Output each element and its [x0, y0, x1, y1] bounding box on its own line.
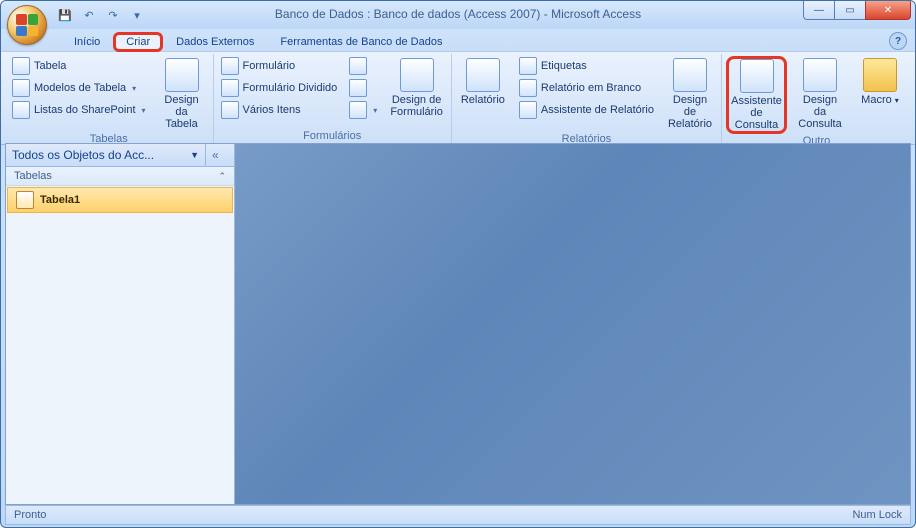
- status-bar: Pronto Num Lock: [5, 505, 911, 525]
- cmd-tabela-label: Tabela: [34, 60, 66, 72]
- labels-icon: [519, 57, 537, 75]
- maximize-button[interactable]: ▭: [834, 1, 866, 20]
- group-tabelas: Tabela Modelos de Tabela Listas do Share…: [5, 54, 214, 144]
- tab-criar[interactable]: Criar: [113, 32, 163, 52]
- cmd-modelos-tabela[interactable]: Modelos de Tabela: [9, 78, 149, 98]
- cmd-form-dividido[interactable]: Formulário Dividido: [218, 78, 341, 98]
- nav-item-tabela1[interactable]: Tabela1: [7, 187, 233, 213]
- cmd-more-forms[interactable]: [346, 100, 380, 120]
- cmd-relatorio[interactable]: Relatório: [456, 56, 510, 108]
- status-right: Num Lock: [852, 509, 902, 521]
- document-area: [235, 144, 910, 504]
- cmd-relatorio-branco[interactable]: Relatório em Branco: [516, 78, 657, 98]
- nav-group-label: Tabelas: [14, 170, 52, 182]
- form-design-icon: [400, 58, 434, 92]
- tab-dados-externos[interactable]: Dados Externos: [163, 32, 267, 51]
- cmd-assistente-consulta-label: Assistente de Consulta: [731, 95, 782, 131]
- ribbon: Tabela Modelos de Tabela Listas do Share…: [1, 51, 915, 145]
- blank-report-icon: [519, 79, 537, 97]
- cmd-blank-form[interactable]: [346, 78, 380, 98]
- collapse-up-icon: ⌃: [218, 171, 226, 182]
- redo-icon[interactable]: ↷: [103, 5, 123, 25]
- minimize-button[interactable]: —: [803, 1, 835, 20]
- cmd-tabela[interactable]: Tabela: [9, 56, 149, 76]
- cmd-assistente-consulta[interactable]: Assistente de Consulta: [726, 56, 787, 134]
- group-outro: Assistente de Consulta Design da Consult…: [722, 54, 911, 144]
- report-wizard-icon: [519, 101, 537, 119]
- pivot-chart-icon: [349, 57, 367, 75]
- cmd-dividido-label: Formulário Dividido: [243, 82, 338, 94]
- query-wizard-icon: [740, 59, 774, 93]
- cmd-assistente-rel-label: Assistente de Relatório: [541, 104, 654, 116]
- more-forms-icon: [349, 101, 367, 119]
- sharepoint-icon: [12, 101, 30, 119]
- app-window: 💾 ↶ ↷ ▾ Banco de Dados : Banco de dados …: [0, 0, 916, 528]
- office-button[interactable]: [7, 5, 47, 45]
- cmd-design-consulta[interactable]: Design da Consulta: [793, 56, 847, 132]
- cmd-sharepoint-label: Listas do SharePoint: [34, 104, 136, 116]
- split-form-icon: [221, 79, 239, 97]
- query-design-icon: [803, 58, 837, 92]
- form-icon: [221, 57, 239, 75]
- group-relatorios: Relatório Etiquetas Relatório em Branco …: [452, 54, 722, 144]
- blank-form-icon: [349, 79, 367, 97]
- cmd-etiquetas[interactable]: Etiquetas: [516, 56, 657, 76]
- cmd-varios-label: Vários Itens: [243, 104, 301, 116]
- chevron-down-icon: ▼: [190, 150, 199, 160]
- tab-ferramentas[interactable]: Ferramentas de Banco de Dados: [267, 32, 455, 51]
- report-icon: [466, 58, 500, 92]
- cmd-pivot-chart[interactable]: [346, 56, 380, 76]
- tab-inicio[interactable]: Início: [61, 32, 113, 51]
- group-formularios-label: Formulários: [218, 129, 447, 144]
- cmd-macro-label: Macro ▾: [861, 94, 899, 107]
- multi-items-icon: [221, 101, 239, 119]
- undo-icon[interactable]: ↶: [79, 5, 99, 25]
- quick-access-toolbar: 💾 ↶ ↷ ▾: [55, 1, 147, 29]
- cmd-design-consulta-label: Design da Consulta: [797, 94, 843, 130]
- cmd-modelos-label: Modelos de Tabela: [34, 82, 126, 94]
- cmd-design-formulario-label: Design de Formulário: [390, 94, 443, 118]
- navigation-pane: Todos os Objetos do Acc... ▼ « Tabelas ⌃…: [6, 144, 235, 504]
- cmd-design-formulario[interactable]: Design de Formulário: [386, 56, 447, 120]
- table-object-icon: [16, 191, 34, 209]
- help-icon[interactable]: ?: [889, 32, 907, 50]
- cmd-design-tabela[interactable]: Design da Tabela: [155, 56, 209, 132]
- table-icon: [12, 57, 30, 75]
- cmd-design-tabela-label: Design da Tabela: [159, 94, 205, 130]
- cmd-relatorio-label: Relatório: [461, 94, 505, 106]
- nav-group-tables[interactable]: Tabelas ⌃: [6, 167, 234, 186]
- cmd-branco-label: Relatório em Branco: [541, 82, 641, 94]
- group-formularios: Formulário Formulário Dividido Vários It…: [214, 54, 452, 144]
- nav-header-label: Todos os Objetos do Acc...: [12, 148, 154, 162]
- close-button[interactable]: ✕: [865, 1, 911, 20]
- status-left: Pronto: [14, 509, 46, 521]
- cmd-etiquetas-label: Etiquetas: [541, 60, 587, 72]
- macro-icon: [863, 58, 897, 92]
- cmd-sharepoint[interactable]: Listas do SharePoint: [9, 100, 149, 120]
- title-bar: 💾 ↶ ↷ ▾ Banco de Dados : Banco de dados …: [1, 1, 915, 29]
- nav-header[interactable]: Todos os Objetos do Acc... ▼: [6, 144, 205, 167]
- cmd-design-relatorio-label: Design de Relatório: [667, 94, 713, 130]
- window-controls: — ▭ ✕: [804, 1, 911, 20]
- qat-customize-icon[interactable]: ▾: [127, 5, 147, 25]
- cmd-formulario-label: Formulário: [243, 60, 296, 72]
- report-design-icon: [673, 58, 707, 92]
- work-area: Todos os Objetos do Acc... ▼ « Tabelas ⌃…: [5, 143, 911, 505]
- table-templates-icon: [12, 79, 30, 97]
- nav-item-label: Tabela1: [40, 194, 80, 206]
- cmd-assistente-relatorio[interactable]: Assistente de Relatório: [516, 100, 657, 120]
- table-design-icon: [165, 58, 199, 92]
- cmd-design-relatorio[interactable]: Design de Relatório: [663, 56, 717, 132]
- nav-collapse-button[interactable]: «: [205, 144, 234, 167]
- cmd-varios-itens[interactable]: Vários Itens: [218, 100, 341, 120]
- ribbon-tabs: Início Criar Dados Externos Ferramentas …: [1, 29, 915, 51]
- cmd-macro[interactable]: Macro ▾: [853, 56, 907, 109]
- save-icon[interactable]: 💾: [55, 5, 75, 25]
- cmd-formulario[interactable]: Formulário: [218, 56, 341, 76]
